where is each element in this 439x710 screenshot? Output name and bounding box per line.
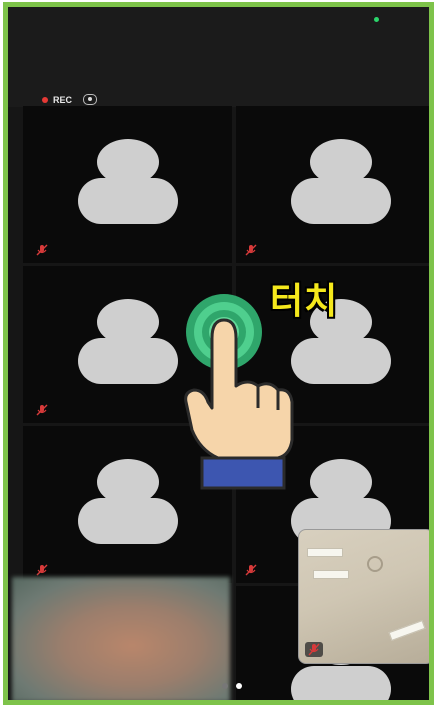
avatar-body bbox=[78, 338, 178, 384]
mic-muted-icon bbox=[36, 564, 48, 576]
ceiling-fixture bbox=[367, 556, 383, 572]
mic-muted-icon bbox=[245, 244, 257, 256]
page-indicator bbox=[222, 683, 242, 689]
mic-muted-icon bbox=[36, 244, 48, 256]
top-bar: REC bbox=[8, 7, 429, 107]
page-dot-active[interactable] bbox=[236, 683, 242, 689]
ceiling-light bbox=[313, 570, 349, 579]
page-dot[interactable] bbox=[222, 683, 228, 689]
self-view-video[interactable] bbox=[298, 529, 429, 664]
recording-indicator[interactable]: REC bbox=[42, 94, 98, 105]
avatar-body bbox=[291, 338, 391, 384]
record-control-icon[interactable] bbox=[83, 94, 98, 105]
ceiling-light bbox=[307, 548, 343, 557]
camera-indicator-dot bbox=[374, 17, 379, 22]
mic-muted-icon bbox=[245, 564, 257, 576]
participant-tile[interactable] bbox=[23, 106, 232, 263]
avatar-body bbox=[78, 178, 178, 224]
ceiling-light bbox=[388, 620, 426, 641]
participant-tile[interactable] bbox=[236, 106, 429, 263]
self-mic-muted-icon[interactable] bbox=[305, 642, 323, 657]
avatar-body bbox=[291, 178, 391, 224]
avatar-body bbox=[291, 666, 391, 700]
avatar-body bbox=[78, 498, 178, 544]
participant-video-blurred[interactable] bbox=[12, 577, 230, 700]
tap-hand-icon bbox=[184, 294, 294, 490]
rec-label: REC bbox=[53, 94, 73, 105]
mic-muted-icon bbox=[36, 404, 48, 416]
rec-dot-icon bbox=[42, 96, 48, 103]
